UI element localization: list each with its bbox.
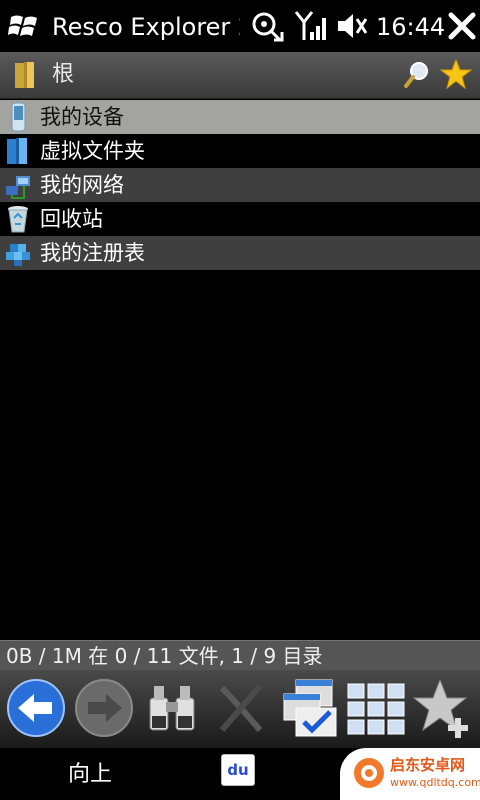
up-softkey[interactable]: 向上 — [68, 760, 112, 790]
list-item-label: 我的注册表 — [40, 241, 145, 265]
list-item-my-registry[interactable]: 我的注册表 — [0, 236, 480, 270]
watermark-title: 启东安卓网 — [390, 756, 466, 774]
back-icon[interactable] — [4, 676, 68, 740]
folder-icon — [15, 62, 34, 88]
windows-start-icon[interactable] — [8, 10, 40, 42]
favorites-star-icon[interactable] — [440, 58, 472, 90]
app-title[interactable]: Resco Explorer 2010 — [52, 10, 240, 44]
virtual-folder-icon — [7, 138, 27, 164]
forward-icon[interactable] — [72, 676, 136, 740]
network-icon — [6, 176, 30, 199]
connectivity-icon[interactable] — [250, 10, 286, 42]
multi-select-icon[interactable] — [276, 676, 340, 740]
registry-icon — [6, 244, 30, 266]
list-item-virtual-folder[interactable]: 虚拟文件夹 — [0, 134, 480, 168]
cut-icon[interactable] — [208, 676, 272, 740]
toolbar — [0, 670, 480, 748]
volume-muted-icon[interactable] — [336, 10, 368, 42]
file-summary: 0B / 1M 在 0 / 11 文件, 1 / 9 目录 — [0, 640, 480, 670]
recycle-bin-icon — [8, 206, 28, 233]
signal-icon[interactable] — [294, 10, 330, 42]
clock[interactable]: 16:44 — [376, 10, 445, 44]
list-item-recycle-bin[interactable]: 回收站 — [0, 202, 480, 236]
search-icon[interactable] — [402, 60, 430, 90]
watermark-url: www.qdltdq.com — [390, 776, 480, 789]
list-item-label: 我的网络 — [40, 173, 124, 197]
du-input-icon[interactable]: du — [221, 754, 255, 786]
list-item-label: 虚拟文件夹 — [40, 139, 145, 163]
current-path[interactable]: 根 — [52, 60, 74, 90]
watermark: 启东安卓网 www.qdltdq.com — [340, 748, 480, 800]
list-item-label: 回收站 — [40, 207, 103, 231]
watermark-logo-icon — [354, 758, 384, 788]
add-favorite-icon[interactable] — [410, 676, 474, 740]
close-icon[interactable] — [446, 10, 478, 42]
path-bar: 根 — [0, 52, 480, 99]
list-item-my-network[interactable]: 我的网络 — [0, 168, 480, 202]
grid-view-icon[interactable] — [344, 676, 408, 740]
device-icon — [11, 102, 26, 132]
status-bar: Resco Explorer 2010 16:44 — [0, 0, 480, 52]
list-item-my-device[interactable]: 我的设备 — [0, 100, 480, 134]
file-list: 我的设备 虚拟文件夹 我的网络 回收站 我的注册表 — [0, 100, 480, 270]
list-item-label: 我的设备 — [40, 105, 124, 129]
binoculars-icon[interactable] — [140, 676, 204, 740]
